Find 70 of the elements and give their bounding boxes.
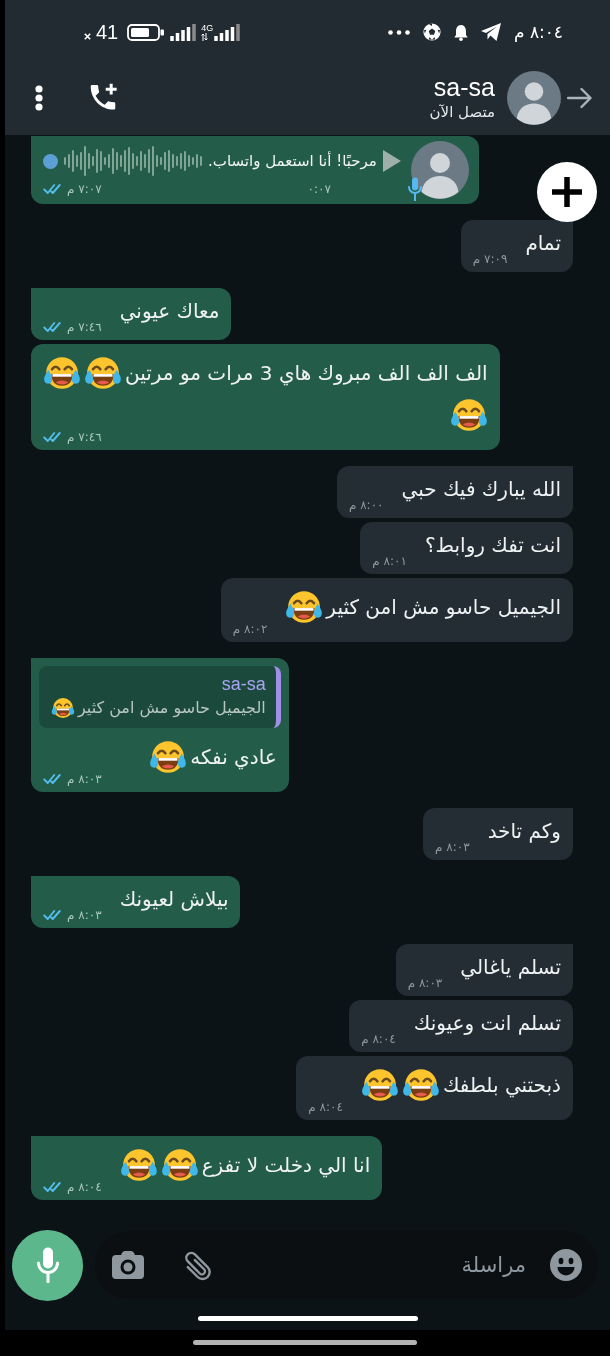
message-text: تسلم انت وعيونك [413,1010,561,1037]
smiley-icon[interactable] [550,1249,582,1281]
playback-dot-icon[interactable] [43,153,58,169]
message-time: ٨:٠٤ م [67,1180,102,1194]
message-time: ٨:٠٤ م [308,1100,343,1114]
more-dots-icon [387,29,410,35]
message-text: انا الي دخلت لا تفزع [201,1152,371,1180]
laughing-face-icon [119,1149,158,1181]
profile-avatar [410,141,469,199]
quoted-text: الجيميل حاسو مش امن كثير [78,697,266,720]
status-time: ٨:٠٤ م [513,21,563,43]
message-time: ٧:٤٦ م [67,320,102,334]
plus-icon [552,177,582,207]
message-input[interactable]: مراسلة [228,1250,536,1280]
message-text: ذبحتني بلطفك [442,1072,561,1100]
message-text: الله يبارك فيك حبي [401,476,561,504]
message-time: ٨:٠٤ م [361,1032,396,1046]
voice-transcript: مرحبًا! أنا استعمل واتساب. [208,150,377,172]
laughing-face-icon [43,357,81,389]
message-time: ٨:٠١ م [372,554,407,568]
cross-mark-icon [84,32,91,40]
microphone-icon [407,177,422,201]
laughing-face-icon [360,1069,399,1101]
message-text: تمام [525,230,561,257]
network-type: 4G [201,23,214,33]
more-options-icon[interactable] [35,84,43,111]
message-time: ٨:٠٣ م [435,840,470,854]
bell-icon [453,23,468,41]
laughing-face-icon [160,1149,199,1181]
contact-avatar[interactable] [507,70,561,125]
signal-icon [214,24,241,41]
contact-status: متصل الآن [429,101,495,123]
back-arrow-icon[interactable] [567,86,592,109]
message-time: ٨:٠٣ م [67,908,102,922]
message-time: ٨:٠٠ م [348,498,384,512]
laughing-face-icon [449,399,488,431]
laughing-face-icon [51,698,75,718]
laughing-face-icon [285,591,324,623]
message-text: عادي نفكه [190,744,277,772]
laughing-face-icon [149,741,188,773]
message-text: تسلم ياغالي [460,954,561,982]
add-button[interactable] [537,162,597,222]
battery-percentage: 41 [96,21,119,43]
message-time: ٧:٤٦ م [67,430,102,444]
message-text: انت تفك روابط؟ [424,532,561,559]
voice-duration: ٠:٠٧ [307,182,331,196]
camera-icon[interactable] [112,1251,144,1279]
message-time: ٨:٠٣ م [407,976,443,990]
message-time: ٨:٠٢ م [232,622,268,636]
message-text: الف الف الف مبروك هاي 3 مرات مو مرتين [125,360,488,388]
message-text: وكم تاخد [487,818,561,845]
message-time: ٧:٠٩ م [472,252,508,266]
contact-name: sa-sa [432,72,495,102]
paper-plane-icon [480,23,501,41]
laughing-face-icon [84,357,122,389]
signal-icon [170,23,197,41]
play-icon[interactable] [382,150,401,172]
microphone-icon [36,1247,59,1283]
message-time: ٨:٠٣ م [67,772,102,786]
message-text: الجيميل حاسو مش امن كثير [326,594,561,621]
laughing-face-icon [401,1069,440,1101]
battery-icon [127,23,166,41]
composer-bar[interactable]: مراسلة [95,1231,598,1299]
message-text: بيلاش لعيونك [119,886,229,913]
message-time: ٧:٠٧ م [67,182,102,196]
football-icon [422,23,441,41]
data-arrows-icon [201,33,209,41]
quoted-author: sa-sa [220,673,266,696]
message-text: معاك عيوني [119,298,220,326]
phone-plus-icon[interactable] [88,82,118,113]
